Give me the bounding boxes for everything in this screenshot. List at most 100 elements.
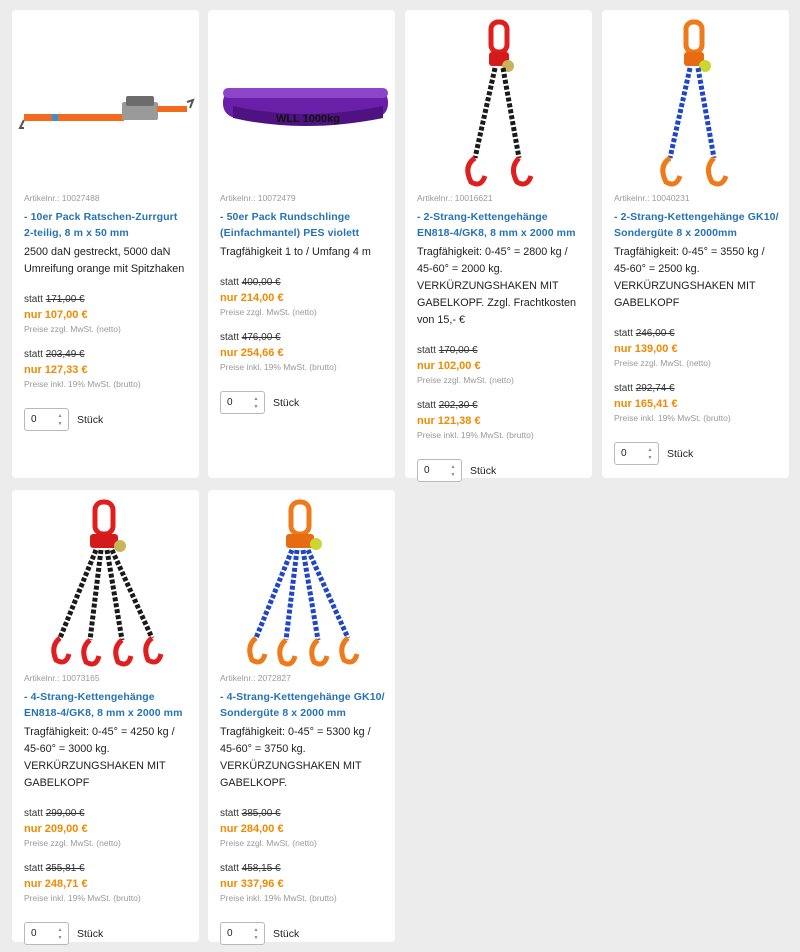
current-price: nur 121,38 € bbox=[417, 415, 481, 427]
quantity-input[interactable] bbox=[31, 414, 51, 425]
decrement-arrow-icon[interactable]: ▼ bbox=[252, 404, 260, 410]
gross-price-block: statt 458,15 € nur 337,96 € Preise inkl.… bbox=[220, 861, 385, 904]
product-details: Artikelnr.: 10040231 - 2-Strang-Kettenge… bbox=[614, 192, 779, 465]
quantity-input[interactable] bbox=[227, 397, 247, 408]
statt-label: statt bbox=[24, 294, 43, 305]
product-title-link[interactable]: - 4-Strang-Kettengehänge GK10/ Sondergüt… bbox=[220, 689, 385, 721]
price-note: Preise zzgl. MwSt. (netto) bbox=[24, 838, 121, 848]
quantity-stepper[interactable]: ▲▼ bbox=[220, 922, 265, 945]
gross-price-block: statt 355,81 € nur 248,71 € Preise inkl.… bbox=[24, 861, 189, 904]
product-details: Artikelnr.: 10072479 - 50er Pack Rundsch… bbox=[220, 192, 385, 414]
quantity-input[interactable] bbox=[227, 928, 247, 939]
old-price: 299,00 € bbox=[45, 808, 85, 819]
price-note: Preise inkl. 19% MwSt. (brutto) bbox=[220, 893, 337, 903]
price-note: Preise inkl. 19% MwSt. (brutto) bbox=[220, 362, 337, 372]
quantity-input[interactable] bbox=[31, 928, 51, 939]
quantity-stepper[interactable]: ▲▼ bbox=[24, 408, 69, 431]
product-title-link[interactable]: - 10er Pack Ratschen-Zurrgurt 2-teilig, … bbox=[24, 209, 189, 241]
price-note: Preise zzgl. MwSt. (netto) bbox=[614, 358, 711, 368]
product-title-link[interactable]: - 4-Strang-Kettengehänge EN818-4/GK8, 8 … bbox=[24, 689, 189, 721]
quantity-row: ▲▼ Stück bbox=[614, 442, 779, 465]
product-card: Artikelnr.: 10016621 - 2-Strang-Kettenge… bbox=[405, 10, 592, 482]
old-price: 202,30 € bbox=[438, 400, 478, 411]
statt-label: statt bbox=[220, 332, 239, 343]
net-price-block: statt 400,00 € nur 214,00 € Preise zzgl.… bbox=[220, 275, 385, 318]
article-number: Artikelnr.: 2072827 bbox=[220, 673, 291, 683]
decrement-arrow-icon[interactable]: ▼ bbox=[449, 472, 457, 478]
current-price: nur 102,00 € bbox=[417, 360, 481, 372]
product-title-link[interactable]: - 2-Strang-Kettengehänge GK10/ Sondergüt… bbox=[614, 209, 779, 241]
gross-price-block: statt 476,00 € nur 254,66 € Preise inkl.… bbox=[220, 330, 385, 373]
increment-arrow-icon[interactable]: ▲ bbox=[252, 396, 260, 402]
current-price: nur 127,33 € bbox=[24, 364, 88, 376]
current-price: nur 139,00 € bbox=[614, 343, 678, 355]
product-description: Tragfähigkeit: 0-45° = 2800 kg / 45-60° … bbox=[417, 246, 577, 326]
product-details: Artikelnr.: 10027488 - 10er Pack Ratsche… bbox=[24, 192, 189, 431]
increment-arrow-icon[interactable]: ▲ bbox=[56, 413, 64, 419]
quantity-row: ▲▼ Stück bbox=[220, 922, 385, 945]
price-note: Preise zzgl. MwSt. (netto) bbox=[24, 324, 121, 334]
product-image[interactable] bbox=[12, 10, 199, 188]
increment-arrow-icon[interactable]: ▲ bbox=[449, 464, 457, 470]
quantity-unit: Stück bbox=[273, 396, 300, 409]
article-number: Artikelnr.: 10040231 bbox=[614, 193, 690, 203]
statt-label: statt bbox=[220, 808, 239, 819]
current-price: nur 284,00 € bbox=[220, 823, 284, 835]
product-description: 2500 daN gestreckt, 5000 daN Umreifung o… bbox=[24, 246, 185, 275]
product-image[interactable] bbox=[602, 10, 789, 188]
quantity-stepper[interactable]: ▲▼ bbox=[220, 391, 265, 414]
price-note: Preise inkl. 19% MwSt. (brutto) bbox=[24, 379, 141, 389]
gross-price-block: statt 202,30 € nur 121,38 € Preise inkl.… bbox=[417, 398, 582, 441]
statt-label: statt bbox=[614, 383, 633, 394]
product-card: Artikelnr.: 10073165 - 4-Strang-Kettenge… bbox=[12, 490, 199, 945]
increment-arrow-icon[interactable]: ▲ bbox=[646, 447, 654, 453]
product-card: Artikelnr.: 2072827 - 4-Strang-Kettengeh… bbox=[208, 490, 395, 945]
product-card: WLL 1000kg Artikelnr.: 10072479 - 50er P… bbox=[208, 10, 395, 478]
gross-price-block: statt 203,49 € nur 127,33 € Preise inkl.… bbox=[24, 347, 189, 390]
old-price: 385,00 € bbox=[241, 808, 281, 819]
quantity-stepper[interactable]: ▲▼ bbox=[24, 922, 69, 945]
quantity-unit: Stück bbox=[77, 413, 104, 426]
quantity-input[interactable] bbox=[621, 448, 641, 459]
product-image[interactable] bbox=[208, 490, 395, 668]
old-price: 246,00 € bbox=[635, 328, 675, 339]
old-price: 355,81 € bbox=[45, 863, 85, 874]
product-details: Artikelnr.: 10016621 - 2-Strang-Kettenge… bbox=[417, 192, 582, 482]
decrement-arrow-icon[interactable]: ▼ bbox=[252, 935, 260, 941]
increment-arrow-icon[interactable]: ▲ bbox=[252, 927, 260, 933]
quantity-unit: Stück bbox=[273, 927, 300, 940]
old-price: 292,74 € bbox=[635, 383, 675, 394]
product-description: Tragfähigkeit: 0-45° = 5300 kg / 45-60° … bbox=[220, 726, 371, 789]
product-image[interactable] bbox=[405, 10, 592, 188]
statt-label: statt bbox=[24, 808, 43, 819]
net-price-block: statt 171,00 € nur 107,00 € Preise zzgl.… bbox=[24, 292, 189, 335]
statt-label: statt bbox=[417, 400, 436, 411]
price-note: Preise inkl. 19% MwSt. (brutto) bbox=[417, 430, 534, 440]
quantity-stepper[interactable]: ▲▼ bbox=[614, 442, 659, 465]
decrement-arrow-icon[interactable]: ▼ bbox=[56, 935, 64, 941]
article-number: Artikelnr.: 10027488 bbox=[24, 193, 100, 203]
product-image[interactable] bbox=[12, 490, 199, 668]
product-title-link[interactable]: - 50er Pack Rundschlinge (Einfachmantel)… bbox=[220, 209, 385, 241]
price-note: Preise zzgl. MwSt. (netto) bbox=[417, 375, 514, 385]
article-number: Artikelnr.: 10072479 bbox=[220, 193, 296, 203]
statt-label: statt bbox=[220, 863, 239, 874]
product-title-link[interactable]: - 2-Strang-Kettengehänge EN818-4/GK8, 8 … bbox=[417, 209, 582, 241]
product-image[interactable]: WLL 1000kg bbox=[208, 10, 395, 188]
old-price: 170,00 € bbox=[438, 345, 478, 356]
product-description: Tragfähigkeit: 0-45° = 4250 kg / 45-60° … bbox=[24, 726, 175, 789]
quantity-input[interactable] bbox=[424, 465, 444, 476]
statt-label: statt bbox=[614, 328, 633, 339]
current-price: nur 337,96 € bbox=[220, 878, 284, 890]
old-price: 476,00 € bbox=[241, 332, 281, 343]
gross-price-block: statt 292,74 € nur 165,41 € Preise inkl.… bbox=[614, 381, 779, 424]
sling-label-text: WLL 1000kg bbox=[276, 113, 340, 125]
decrement-arrow-icon[interactable]: ▼ bbox=[646, 455, 654, 461]
decrement-arrow-icon[interactable]: ▼ bbox=[56, 421, 64, 427]
increment-arrow-icon[interactable]: ▲ bbox=[56, 927, 64, 933]
current-price: nur 107,00 € bbox=[24, 309, 88, 321]
current-price: nur 248,71 € bbox=[24, 878, 88, 890]
current-price: nur 214,00 € bbox=[220, 292, 284, 304]
product-description: Tragfähigkeit 1 to / Umfang 4 m bbox=[220, 246, 371, 258]
quantity-stepper[interactable]: ▲▼ bbox=[417, 459, 462, 482]
